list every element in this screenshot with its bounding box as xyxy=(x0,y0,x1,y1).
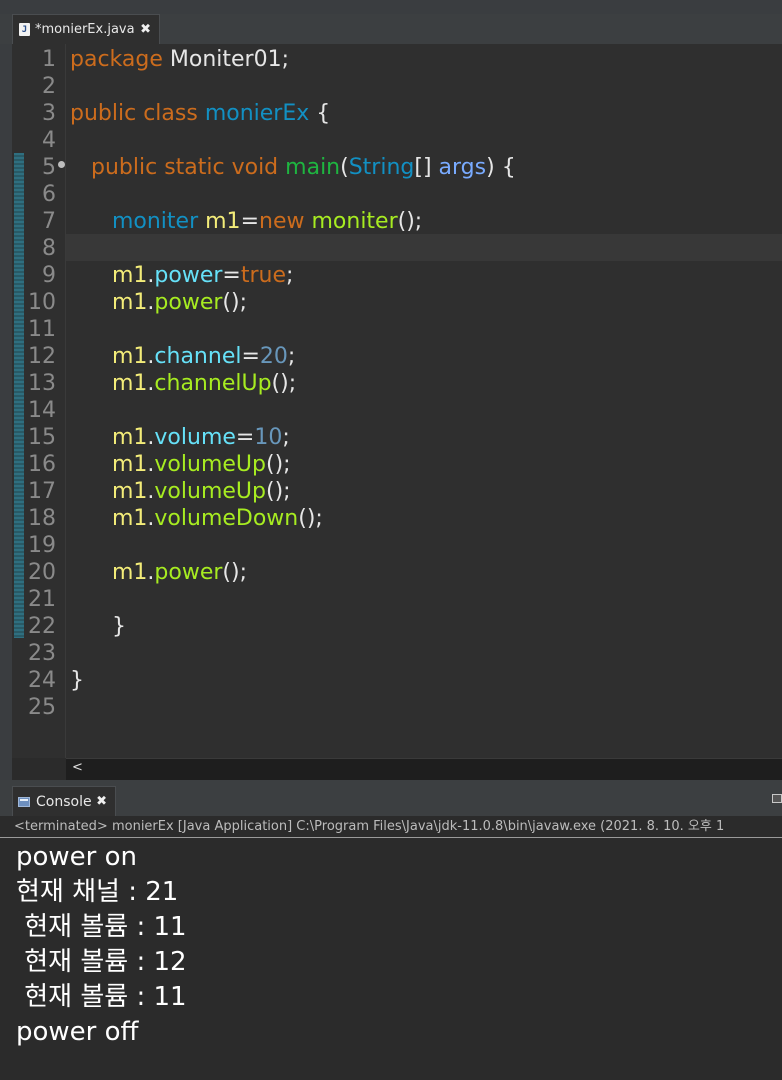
scroll-left-icon[interactable]: < xyxy=(72,760,83,775)
console-tab-title: Console xyxy=(36,793,92,810)
line-number: 20 xyxy=(28,560,56,585)
line-number: 15 xyxy=(28,425,56,450)
line-number: 10 xyxy=(28,290,56,315)
view-menu-icon[interactable] xyxy=(772,794,782,803)
code-line-10: m1.power(); xyxy=(111,290,247,315)
code-line-17: m1.volumeUp(); xyxy=(111,479,291,504)
editor-tab-title: *monierEx.java xyxy=(35,22,135,37)
close-console-icon[interactable]: ✖ xyxy=(96,794,107,809)
code-line-16: m1.volumeUp(); xyxy=(111,452,291,477)
console-tab[interactable]: Console ✖ xyxy=(12,786,116,816)
console-status-line: <terminated> monierEx [Java Application]… xyxy=(0,816,782,838)
code-line-18: m1.volumeDown(); xyxy=(111,506,323,531)
console-output-line: 현재 채널 : 21 xyxy=(16,877,179,907)
fold-collapse-icon[interactable] xyxy=(58,161,65,168)
editor-tab-moniereX[interactable]: J *monierEx.java ✖ xyxy=(12,14,160,44)
line-number: 6 xyxy=(42,182,56,207)
line-number: 12 xyxy=(28,344,56,369)
editor-horizontal-scrollbar[interactable]: < xyxy=(66,758,782,780)
window-top-strip xyxy=(0,0,782,14)
console-output-line: 현재 볼륨 : 11 xyxy=(16,912,187,942)
code-line-1: package Moniter01; xyxy=(70,47,289,72)
line-number: 17 xyxy=(28,479,56,504)
line-number: 11 xyxy=(28,317,56,342)
line-number: 2 xyxy=(42,74,56,99)
editor-left-margin xyxy=(0,44,12,780)
line-number: 13 xyxy=(28,371,56,396)
line-number: 16 xyxy=(28,452,56,477)
console-output-line: power on xyxy=(16,842,138,872)
code-line-5: public static void main(String[] args) { xyxy=(90,155,516,180)
code-line-7: moniter m1=new moniter(); xyxy=(111,209,423,234)
line-number: 14 xyxy=(28,398,56,423)
code-line-13: m1.channelUp(); xyxy=(111,371,297,396)
line-number: 23 xyxy=(28,641,56,666)
line-number: 19 xyxy=(28,533,56,558)
line-number: 1 xyxy=(42,47,56,72)
line-number: 9 xyxy=(42,263,56,288)
close-tab-icon[interactable]: ✖ xyxy=(140,22,151,37)
line-number: 4 xyxy=(42,128,56,153)
code-line-15: m1.volume=10; xyxy=(111,425,290,450)
line-number: 24 xyxy=(28,668,56,693)
line-number: 7 xyxy=(42,209,56,234)
code-line-9: m1.power=true; xyxy=(111,263,294,288)
code-line-22: } xyxy=(111,614,126,639)
line-number: 21 xyxy=(28,587,56,612)
console-output-line: 현재 볼륨 : 12 xyxy=(16,947,187,977)
line-number: 3 xyxy=(42,101,56,126)
line-number: 25 xyxy=(28,695,56,720)
code-editor[interactable] xyxy=(66,44,782,758)
current-line-highlight xyxy=(66,234,782,261)
console-tab-bar xyxy=(0,786,782,816)
java-file-icon: J xyxy=(19,23,30,36)
console-icon xyxy=(18,796,30,807)
line-number: 5 xyxy=(42,155,56,180)
code-line-24: } xyxy=(70,668,84,693)
code-line-3: public class monierEx { xyxy=(70,101,331,126)
line-number: 8 xyxy=(42,236,56,261)
code-line-12: m1.channel=20; xyxy=(111,344,296,369)
line-number: 18 xyxy=(28,506,56,531)
code-line-20: m1.power(); xyxy=(111,560,247,585)
line-number: 22 xyxy=(28,614,56,639)
console-output-line: power off xyxy=(16,1017,139,1047)
console-output-line: 현재 볼륨 : 11 xyxy=(16,982,187,1012)
